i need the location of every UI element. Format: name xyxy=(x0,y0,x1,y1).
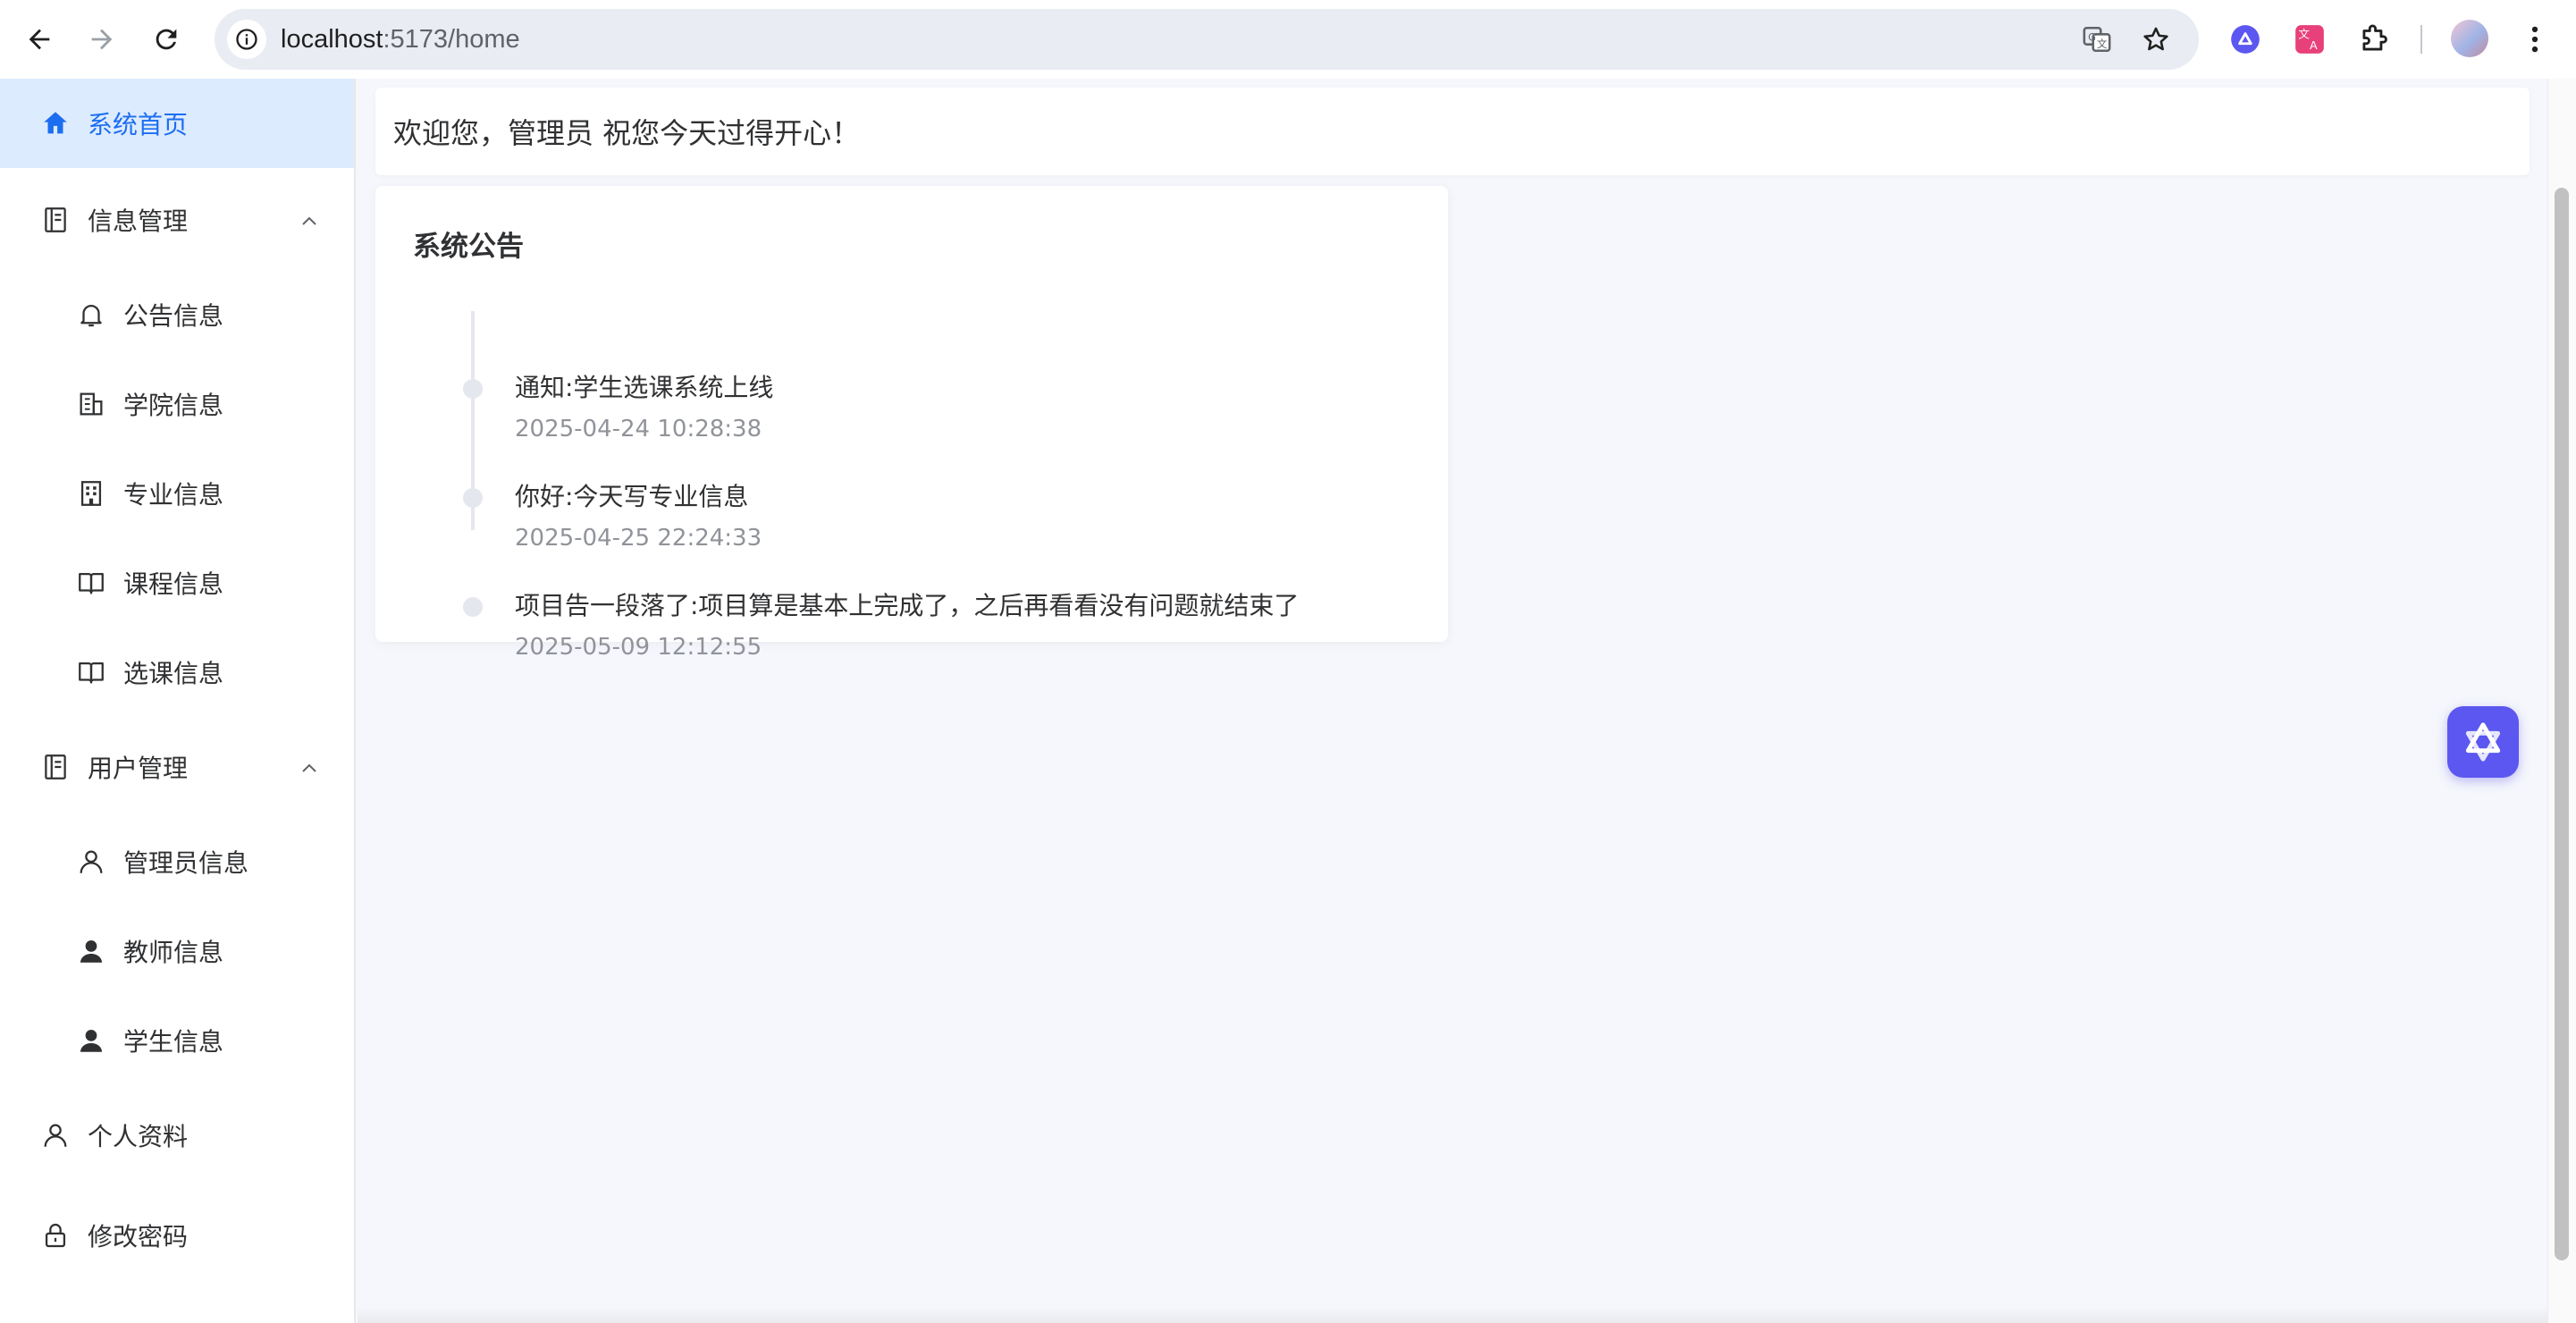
arrow-right-icon xyxy=(91,29,113,50)
chevron-up-icon xyxy=(299,209,320,231)
address-bar[interactable]: localhost:5173/home G文 xyxy=(215,9,2199,70)
sidebar-item-notice[interactable]: 公告信息 xyxy=(0,270,354,359)
puzzle-icon xyxy=(2362,24,2387,51)
user-outline-icon xyxy=(39,1119,72,1151)
assistant-logo-icon xyxy=(2465,722,2501,762)
document-list-icon xyxy=(39,751,72,783)
sidebar-item-label: 个人资料 xyxy=(88,1122,189,1151)
sidebar-item-change-password[interactable]: 修改密码 xyxy=(0,1192,354,1278)
ai-assistant-icon xyxy=(2231,25,2260,54)
chrome-menu-button[interactable] xyxy=(2517,21,2553,57)
extension-translate-button[interactable]: 文A xyxy=(2292,21,2328,57)
user-filled-icon xyxy=(75,935,107,967)
toolbar-separator xyxy=(2420,25,2422,54)
sidebar-item-admin[interactable]: 管理员信息 xyxy=(0,817,354,906)
svg-text:A: A xyxy=(2310,38,2318,52)
timeline-dot xyxy=(463,379,483,399)
bottom-fade xyxy=(358,1307,2547,1323)
sidebar-item-teacher[interactable]: 教师信息 xyxy=(0,906,354,996)
sidebar-item-student[interactable]: 学生信息 xyxy=(0,996,354,1085)
notice-content: 通知:学生选课系统上线 xyxy=(515,373,774,402)
notice-timestamp: 2025-04-25 22:24:33 xyxy=(515,525,762,552)
extension-ai-button[interactable] xyxy=(2227,21,2263,57)
sidebar-item-label: 用户管理 xyxy=(88,754,189,783)
card-title: 系统公告 xyxy=(413,231,524,263)
notice-timestamp: 2025-04-24 10:28:38 xyxy=(515,416,762,442)
dictionary-icon: 文A xyxy=(2295,25,2324,54)
user-outline-icon xyxy=(75,846,107,878)
home-icon xyxy=(39,107,72,139)
sidebar-item-label: 选课信息 xyxy=(123,659,224,688)
info-icon xyxy=(236,29,257,50)
profile-avatar[interactable] xyxy=(2451,20,2488,57)
scrollbar-thumb[interactable] xyxy=(2555,188,2569,1260)
document-list-icon xyxy=(39,204,72,236)
sidebar-group-info-management[interactable]: 信息管理 xyxy=(0,177,354,263)
building-icon xyxy=(75,388,107,420)
sidebar-item-major[interactable]: 专业信息 xyxy=(0,449,354,538)
timeline-dot xyxy=(463,597,483,617)
sidebar-item-label: 系统首页 xyxy=(88,110,189,139)
translate-icon: G文 xyxy=(2083,26,2111,53)
sidebar-item-home[interactable]: 系统首页 xyxy=(0,79,354,168)
welcome-banner: 欢迎您，管理员 祝您今天过得开心！ xyxy=(375,88,2530,175)
svg-text:文: 文 xyxy=(2097,38,2107,50)
welcome-text: 欢迎您，管理员 祝您今天过得开心！ xyxy=(393,116,861,150)
url-path: :5173/home xyxy=(383,25,520,54)
floating-assistant-button[interactable] xyxy=(2447,706,2519,778)
timeline-dot xyxy=(463,488,483,508)
reload-button[interactable] xyxy=(147,20,186,59)
system-notice-card: 系统公告 通知:学生选课系统上线 2025-04-24 10:28:38 你好:… xyxy=(375,186,1448,661)
chevron-up-icon xyxy=(299,756,320,778)
sidebar-item-label: 课程信息 xyxy=(123,569,224,599)
sidebar-item-label: 公告信息 xyxy=(123,301,224,331)
office-building-icon xyxy=(75,477,107,510)
lock-icon xyxy=(39,1219,72,1251)
notice-content: 你好:今天写专业信息 xyxy=(515,482,749,511)
bell-icon xyxy=(75,299,107,331)
url-host: localhost xyxy=(281,25,383,54)
svg-text:文: 文 xyxy=(2298,27,2310,40)
svg-text:G: G xyxy=(2088,30,2096,43)
url-text[interactable]: localhost:5173/home xyxy=(281,25,520,54)
sidebar-group-user-management[interactable]: 用户管理 xyxy=(0,724,354,810)
timeline-item: 项目告一段落了:项目算是基本上完成了，之后再看看没有问题就结束了 2025-05… xyxy=(375,588,1448,687)
extensions-menu-button[interactable] xyxy=(2356,21,2392,57)
sidebar-item-label: 修改密码 xyxy=(88,1222,189,1251)
book-icon xyxy=(75,567,107,599)
reload-icon xyxy=(156,29,177,50)
sidebar-item-course-selection[interactable]: 选课信息 xyxy=(0,628,354,717)
kebab-menu-icon xyxy=(2531,26,2538,53)
notice-timestamp: 2025-05-09 12:12:55 xyxy=(515,634,762,661)
translate-button[interactable]: G文 xyxy=(2081,23,2113,55)
notice-content: 项目告一段落了:项目算是基本上完成了，之后再看看没有问题就结束了 xyxy=(515,591,1300,620)
back-button[interactable] xyxy=(20,20,59,59)
sidebar-menu: 系统首页 信息管理 公告信息 学院信息 专业信息 课程信息 选课信息 用户管理 … xyxy=(0,79,356,1323)
browser-toolbar: localhost:5173/home G文 文A xyxy=(0,0,2576,79)
sidebar-item-profile[interactable]: 个人资料 xyxy=(0,1092,354,1178)
arrow-left-icon xyxy=(29,29,50,50)
sidebar-item-label: 专业信息 xyxy=(123,480,224,510)
forward-button[interactable] xyxy=(82,20,122,59)
book-icon xyxy=(75,656,107,688)
timeline-item: 通知:学生选课系统上线 2025-04-24 10:28:38 xyxy=(375,370,1448,468)
sidebar-item-course[interactable]: 课程信息 xyxy=(0,538,354,628)
main-content: 欢迎您，管理员 祝您今天过得开心！ 系统公告 通知:学生选课系统上线 2025-… xyxy=(358,79,2547,1323)
star-icon xyxy=(2143,27,2168,51)
user-filled-icon xyxy=(75,1024,107,1057)
sidebar-item-label: 信息管理 xyxy=(88,206,189,236)
site-info-button[interactable] xyxy=(227,20,266,59)
bookmark-button[interactable] xyxy=(2140,23,2172,55)
sidebar-item-label: 学生信息 xyxy=(123,1027,224,1057)
sidebar-item-label: 管理员信息 xyxy=(123,848,249,878)
sidebar-item-college[interactable]: 学院信息 xyxy=(0,359,354,449)
sidebar-item-label: 教师信息 xyxy=(123,938,224,967)
timeline-item: 你好:今天写专业信息 2025-04-25 22:24:33 xyxy=(375,479,1448,577)
sidebar-item-label: 学院信息 xyxy=(123,391,224,420)
